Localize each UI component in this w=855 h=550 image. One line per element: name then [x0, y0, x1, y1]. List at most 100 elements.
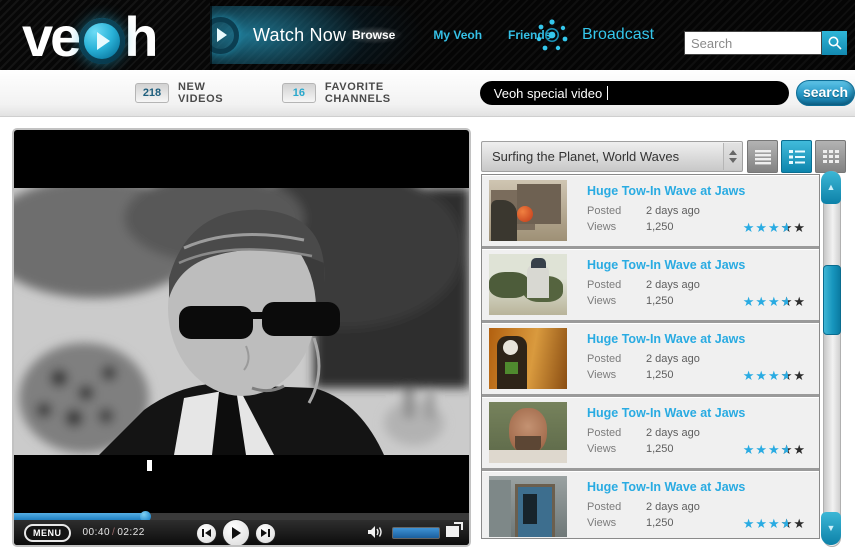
star-icon[interactable]: ★	[743, 294, 756, 310]
star-icon[interactable]: ★	[768, 294, 781, 310]
star-icon[interactable]: ★	[793, 294, 806, 310]
star-icon[interactable]: ★	[793, 516, 806, 532]
spinner-down-icon[interactable]	[729, 158, 737, 163]
views-label: Views	[587, 221, 616, 233]
star-icon[interactable]: ★	[755, 368, 768, 384]
volume-slider[interactable]	[392, 527, 440, 539]
video-frame[interactable]	[14, 188, 469, 455]
arrow-up-icon: ▲	[827, 183, 836, 192]
volume-icon[interactable]	[367, 525, 385, 544]
star-icon[interactable]: ★	[755, 294, 768, 310]
favorite-channels-count-badge[interactable]: 16	[282, 83, 316, 103]
header-search	[684, 31, 847, 55]
star-rating[interactable]: ★★★★★★	[743, 515, 806, 533]
text-cursor	[607, 86, 608, 100]
video-title-link[interactable]: Huge Tow-In Wave at Jaws	[587, 332, 745, 346]
video-thumbnail[interactable]	[489, 476, 567, 537]
star-icon[interactable]: ★	[755, 220, 768, 236]
video-search-input[interactable]: Veoh special video	[480, 81, 789, 105]
search-button[interactable]: search	[796, 80, 855, 106]
star-icon[interactable]: ★	[743, 516, 756, 532]
star-rating[interactable]: ★★★★★★	[743, 219, 806, 237]
star-rating[interactable]: ★★★★★★	[743, 441, 806, 459]
scroll-down-button[interactable]: ▼	[821, 512, 841, 545]
line-view-icon	[754, 149, 772, 165]
views-label: Views	[587, 443, 616, 455]
view-toggle-lines[interactable]	[747, 140, 778, 173]
list-item[interactable]: Huge Tow-In Wave at Jaws Posted 2 days a…	[482, 249, 819, 323]
menu-button[interactable]: MENU	[24, 524, 71, 542]
list-item[interactable]: Huge Tow-In Wave at Jaws Posted 2 days a…	[482, 397, 819, 471]
playlist-selector[interactable]: Surfing the Planet, World Waves	[481, 141, 743, 172]
video-title-link[interactable]: Huge Tow-In Wave at Jaws	[587, 406, 745, 420]
scroll-up-button[interactable]: ▲	[821, 171, 841, 204]
broadcast-button[interactable]: Broadcast	[532, 0, 654, 70]
star-icon[interactable]: ★	[768, 442, 781, 458]
posted-value: 2 days ago	[646, 353, 700, 365]
playlist-spinner[interactable]	[723, 143, 742, 170]
views-label: Views	[587, 369, 616, 381]
main-nav: Browse My Veoh Friends	[340, 0, 551, 70]
nav-item-my-veoh[interactable]: My Veoh	[433, 28, 482, 42]
star-icon[interactable]: ★★	[781, 368, 794, 384]
view-toggle-grid[interactable]	[815, 140, 846, 173]
star-icon[interactable]: ★	[755, 442, 768, 458]
broadcast-label: Broadcast	[582, 26, 654, 44]
star-icon[interactable]: ★★	[781, 516, 794, 532]
star-icon[interactable]: ★	[755, 516, 768, 532]
previous-icon	[201, 528, 212, 538]
star-icon[interactable]: ★	[793, 368, 806, 384]
video-thumbnail[interactable]	[489, 254, 567, 315]
veoh-logo[interactable]: ve h	[22, 4, 156, 69]
star-icon[interactable]: ★	[793, 220, 806, 236]
scrollbar-thumb[interactable]	[823, 265, 841, 335]
star-rating[interactable]: ★★★★★★	[743, 367, 806, 385]
video-title-link[interactable]: Huge Tow-In Wave at Jaws	[587, 258, 745, 272]
video-marker	[147, 460, 152, 471]
next-button[interactable]	[255, 523, 276, 544]
logo-text-ve: ve	[22, 4, 78, 69]
player-controls: MENU 00:40/02:22	[14, 520, 469, 545]
speaker-glyph	[367, 525, 385, 539]
list-item[interactable]: Huge Tow-In Wave at Jaws Posted 2 days a…	[482, 471, 819, 539]
list-item[interactable]: Huge Tow-In Wave at Jaws Posted 2 days a…	[482, 323, 819, 397]
star-icon[interactable]: ★★	[781, 220, 794, 236]
header-search-input[interactable]	[684, 31, 822, 55]
posted-label: Posted	[587, 205, 621, 217]
views-value: 1,250	[646, 517, 674, 529]
progress-fill	[14, 513, 146, 520]
video-title-link[interactable]: Huge Tow-In Wave at Jaws	[587, 480, 745, 494]
spinner-up-icon[interactable]	[729, 150, 737, 155]
favorite-channels-label[interactable]: FAVORITE CHANNELS	[325, 81, 436, 105]
view-toggle-list[interactable]	[781, 140, 812, 173]
video-title-link[interactable]: Huge Tow-In Wave at Jaws	[587, 184, 745, 198]
video-thumbnail[interactable]	[489, 328, 567, 389]
star-icon[interactable]: ★	[743, 442, 756, 458]
star-icon[interactable]: ★	[768, 516, 781, 532]
star-icon[interactable]: ★★	[781, 294, 794, 310]
video-player: MENU 00:40/02:22	[12, 128, 471, 547]
nav-item-browse[interactable]: Browse	[340, 24, 407, 46]
star-icon[interactable]: ★	[793, 442, 806, 458]
star-icon[interactable]: ★	[768, 220, 781, 236]
play-button[interactable]	[222, 519, 250, 547]
header-search-button[interactable]	[822, 31, 847, 55]
posted-label: Posted	[587, 501, 621, 513]
star-icon[interactable]: ★	[743, 368, 756, 384]
progress-bar[interactable]	[14, 513, 469, 520]
list-item[interactable]: Huge Tow-In Wave at Jaws Posted 2 days a…	[482, 175, 819, 249]
scrollbar-track[interactable]	[823, 171, 841, 547]
new-videos-count-badge[interactable]: 218	[135, 83, 169, 103]
posted-value: 2 days ago	[646, 279, 700, 291]
video-thumbnail[interactable]	[489, 402, 567, 463]
star-icon[interactable]: ★	[743, 220, 756, 236]
star-rating[interactable]: ★★★★★★	[743, 293, 806, 311]
star-icon[interactable]: ★	[768, 368, 781, 384]
video-thumbnail[interactable]	[489, 180, 567, 241]
star-icon[interactable]: ★★	[781, 442, 794, 458]
fullscreen-icon[interactable]	[446, 526, 459, 537]
new-videos-label[interactable]: NEW VIDEOS	[178, 81, 244, 105]
previous-button[interactable]	[196, 523, 217, 544]
posted-label: Posted	[587, 279, 621, 291]
views-value: 1,250	[646, 443, 674, 455]
